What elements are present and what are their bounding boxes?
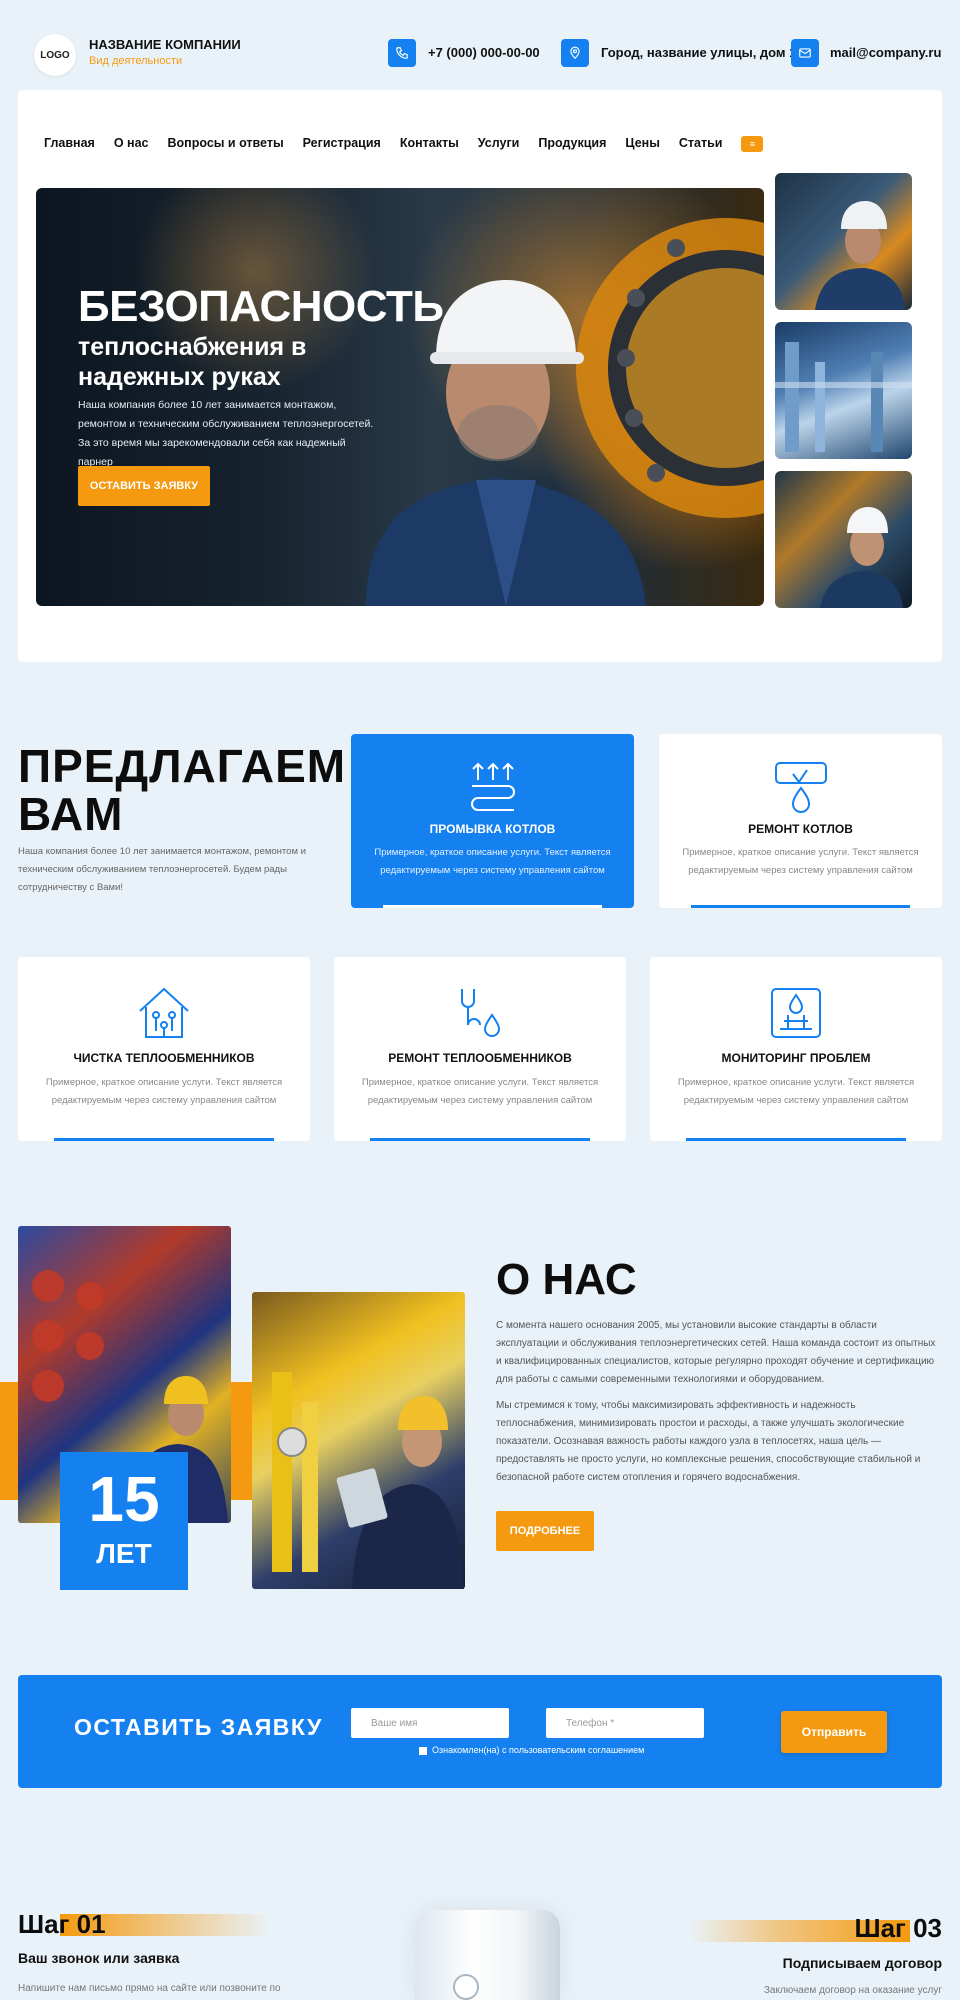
offer-description: Наша компания более 10 лет занимается мо… [18, 846, 306, 893]
nav-item-services[interactable]: Услуги [478, 136, 520, 152]
service-text: Примерное, краткое описание услуги. Текс… [677, 1077, 915, 1106]
step-text: Заключаем договор на оказание услуг [763, 1985, 942, 1996]
offer-title: ПРЕДЛАГАЕМ ВАМ [18, 740, 347, 840]
step-title: Подписываем договор [782, 1955, 942, 1971]
hero-title: БЕЗОПАСНОСТЬ [78, 282, 444, 331]
service-title: МОНИТОРИНГ ПРОБЛЕМ [721, 1051, 871, 1065]
service-underline [686, 1138, 906, 1141]
service-card-problem-monitoring[interactable]: МОНИТОРИНГ ПРОБЛЕМ Примерное, краткое оп… [650, 957, 942, 1141]
decor-orange-bar [0, 1382, 18, 1500]
nav-item-home[interactable]: Главная [44, 136, 95, 152]
consent-checkbox[interactable] [419, 1747, 427, 1755]
header-address: Город, название улицы, дом 1 [601, 45, 797, 60]
service-text: Примерное, краткое описание услуги. Текс… [682, 847, 919, 876]
years-badge: 15 ЛЕТ [60, 1452, 188, 1590]
nav-item-articles[interactable]: Статьи [679, 136, 723, 152]
service-underline [691, 905, 910, 908]
menu-more-icon[interactable]: ≡ [741, 136, 764, 152]
service-card-boiler-flushing[interactable]: ПРОМЫВКА КОТЛОВ Примерное, краткое описа… [351, 734, 634, 908]
nav-item-faq[interactable]: Вопросы и ответы [168, 136, 284, 152]
about-image-worker-tablet [252, 1292, 465, 1589]
request-form-title: ОСТАВИТЬ ЗАЯВКУ [74, 1714, 323, 1740]
service-text: Примерное, краткое описание услуги. Текс… [45, 1077, 283, 1106]
consent-label: Ознакомлен(на) с пользовательским соглаш… [432, 1745, 645, 1755]
gauge-icon [453, 1974, 479, 2000]
company-name: НАЗВАНИЕ КОМПАНИИ [89, 37, 241, 52]
step-text: Напишите нам письмо прямо на сайте или п… [18, 1983, 281, 1994]
service-text: Примерное, краткое описание услуги. Текс… [374, 847, 611, 876]
phone-input[interactable] [546, 1708, 704, 1738]
step-title: Ваш звонок или заявка [18, 1950, 180, 1966]
service-text: Примерное, краткое описание услуги. Текс… [361, 1077, 599, 1106]
service-title: РЕМОНТ ТЕПЛООБМЕННИКОВ [388, 1051, 572, 1065]
boiler-image [415, 1910, 560, 2000]
header-phone[interactable]: +7 (000) 000-00-00 [428, 45, 540, 60]
service-title: РЕМОНТ КОТЛОВ [748, 822, 853, 836]
about-more-button[interactable]: ПОДРОБНЕЕ [496, 1511, 594, 1551]
hero-description: Наша компания более 10 лет занимается мо… [78, 399, 374, 468]
submit-button[interactable]: Отправить [781, 1711, 887, 1753]
thumbnail-boiler-room[interactable] [775, 322, 912, 459]
header-email[interactable]: mail@company.ru [830, 45, 941, 60]
phone-icon[interactable] [388, 39, 416, 67]
step-number: Шаг 01 [18, 1909, 106, 1939]
location-icon [561, 39, 589, 67]
step-number: Шаг 03 [854, 1913, 942, 1943]
logo[interactable]: LOGO [34, 34, 76, 76]
house-circuit-icon [139, 987, 189, 1038]
pipe-drop-icon [775, 762, 827, 813]
about-paragraph-1: С момента нашего основания 2005, мы уста… [496, 1320, 936, 1385]
main-nav: Главная О нас Вопросы и ответы Регистрац… [44, 136, 764, 152]
service-card-heat-exchanger-cleaning[interactable]: ЧИСТКА ТЕПЛООБМЕННИКОВ Примерное, кратко… [18, 957, 310, 1141]
company-subtitle: Вид деятельности [89, 55, 183, 67]
service-title: ЧИСТКА ТЕПЛООБМЕННИКОВ [73, 1051, 255, 1065]
hero-request-button[interactable]: ОСТАВИТЬ ЗАЯВКУ [78, 466, 210, 506]
service-underline [383, 905, 602, 908]
thumbnail-worker-2[interactable] [775, 471, 912, 608]
hero-subtitle: теплоснабжения в надежных руках [78, 333, 307, 391]
nav-item-about[interactable]: О нас [114, 136, 149, 152]
nav-item-registration[interactable]: Регистрация [303, 136, 381, 152]
name-input[interactable] [351, 1708, 509, 1738]
service-underline [54, 1138, 274, 1141]
mail-icon[interactable] [791, 39, 819, 67]
nav-item-contacts[interactable]: Контакты [400, 136, 459, 152]
service-card-heat-exchanger-repair[interactable]: РЕМОНТ ТЕПЛООБМЕННИКОВ Примерное, кратко… [334, 957, 626, 1141]
heat-flow-icon [471, 762, 515, 811]
about-paragraph-2: Мы стремимся к тому, чтобы максимизирова… [496, 1400, 921, 1483]
nav-item-prices[interactable]: Цены [625, 136, 659, 152]
service-card-boiler-repair[interactable]: РЕМОНТ КОТЛОВ Примерное, краткое описани… [659, 734, 942, 908]
monitor-drop-icon [771, 988, 821, 1038]
about-title: О НАС [496, 1255, 637, 1304]
service-title: ПРОМЫВКА КОТЛОВ [429, 822, 556, 836]
service-underline [370, 1138, 590, 1141]
nav-item-products[interactable]: Продукция [538, 136, 606, 152]
thumbnail-worker-1[interactable] [775, 173, 912, 310]
wrench-drop-icon [461, 989, 501, 1037]
decor-orange-bar [231, 1382, 252, 1500]
